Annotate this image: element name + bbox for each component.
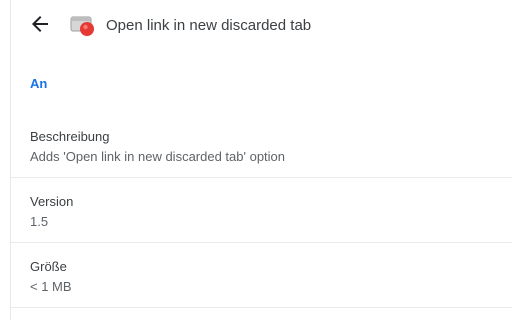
size-value: < 1 MB bbox=[30, 279, 72, 294]
row-divider bbox=[11, 307, 512, 308]
extension-title: Open link in new discarded tab bbox=[106, 17, 312, 34]
description-value: Adds 'Open link in new discarded tab' op… bbox=[30, 149, 286, 164]
version-row: Version 1.5 bbox=[11, 177, 512, 241]
description-row: Beschreibung Adds 'Open link in new disc… bbox=[11, 112, 512, 176]
extension-details-page: Open link in new discarded tab An Beschr… bbox=[0, 0, 512, 320]
back-button[interactable] bbox=[28, 12, 52, 36]
description-label: Beschreibung bbox=[30, 129, 110, 144]
arrow-left-icon bbox=[32, 16, 48, 32]
version-label: Version bbox=[30, 194, 74, 209]
version-value: 1.5 bbox=[30, 214, 49, 229]
enabled-state-label: An bbox=[30, 76, 48, 91]
size-label: Größe bbox=[30, 259, 67, 274]
discarded-tab-icon bbox=[68, 14, 98, 40]
size-row: Größe < 1 MB bbox=[11, 242, 512, 306]
page-header: Open link in new discarded tab bbox=[11, 0, 512, 56]
